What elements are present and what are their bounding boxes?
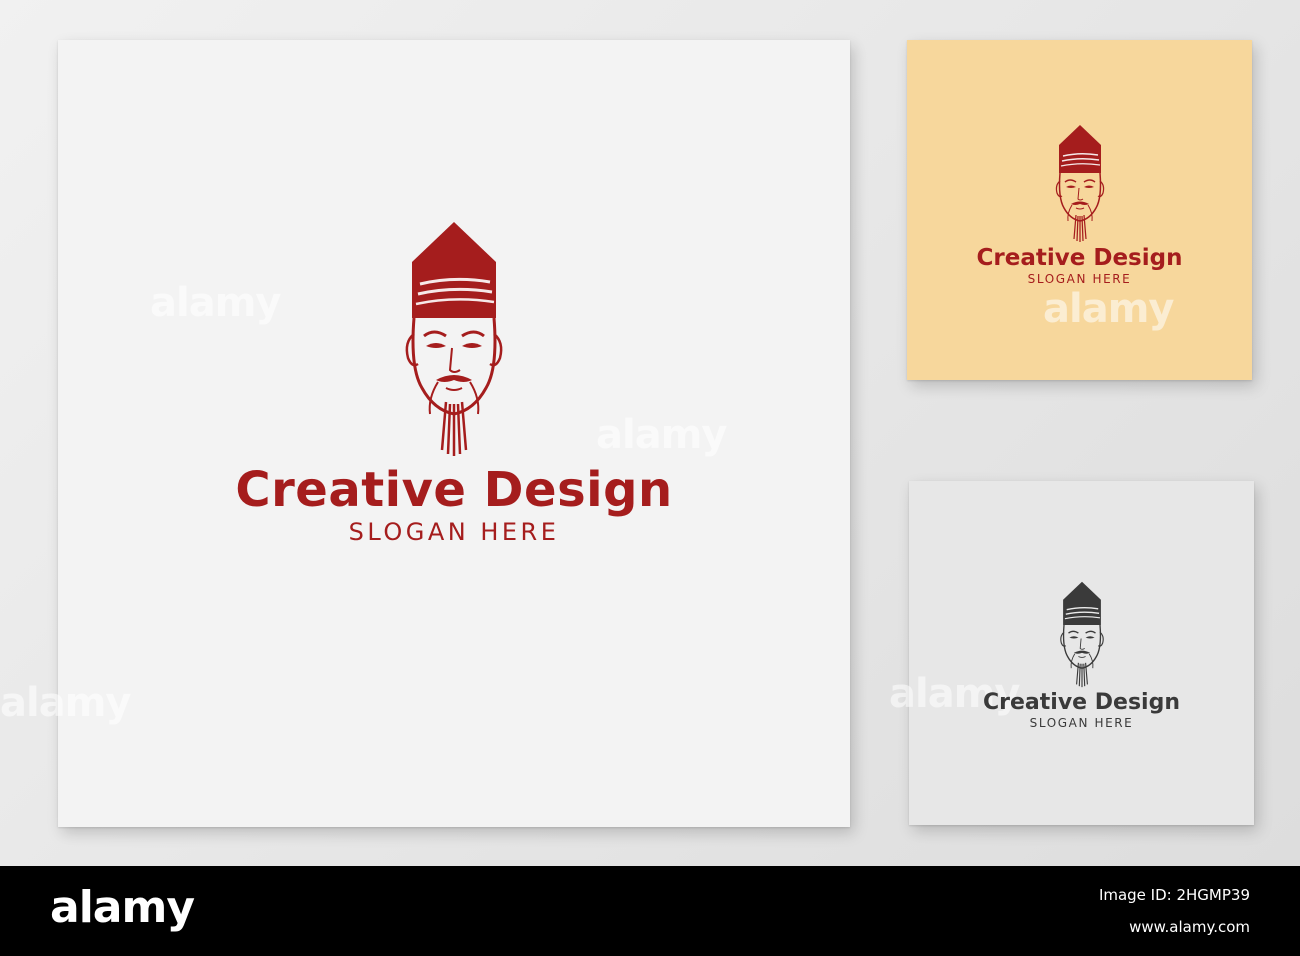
slogan: SLOGAN HERE [1029, 716, 1134, 730]
logo-mockup-gray-card: alamy Creative Design SLOGAN HERE [889, 481, 1254, 825]
sage-face-icon [1055, 580, 1109, 688]
logo-mockup-gold-card: alamy Creative Design SLOGAN HERE [907, 40, 1252, 380]
image-id: Image ID: 2HGMP39 [1098, 886, 1250, 904]
sage-face-icon [1050, 123, 1110, 243]
slogan: SLOGAN HERE [348, 518, 560, 546]
stock-footer: alamy Image ID: 2HGMP39 www.alamy.com [0, 866, 1300, 956]
gold-logo: Creative Design SLOGAN HERE [907, 123, 1252, 286]
watermark: alamy [0, 680, 131, 726]
brand-name: Creative Design [235, 462, 673, 518]
alamy-logo: alamy [50, 882, 195, 933]
main-logo: Creative Design SLOGAN HERE [58, 218, 850, 546]
logo-mockup-main-card: alamy alamy alamy Creative Design SLOGAN… [0, 40, 850, 827]
gray-logo: Creative Design SLOGAN HERE [909, 580, 1254, 730]
site-url[interactable]: www.alamy.com [1129, 918, 1250, 936]
brand-name: Creative Design [976, 245, 1183, 271]
slogan: SLOGAN HERE [1027, 272, 1132, 286]
sage-face-icon [394, 218, 514, 458]
brand-name: Creative Design [983, 690, 1180, 715]
watermark: alamy [1043, 286, 1174, 332]
